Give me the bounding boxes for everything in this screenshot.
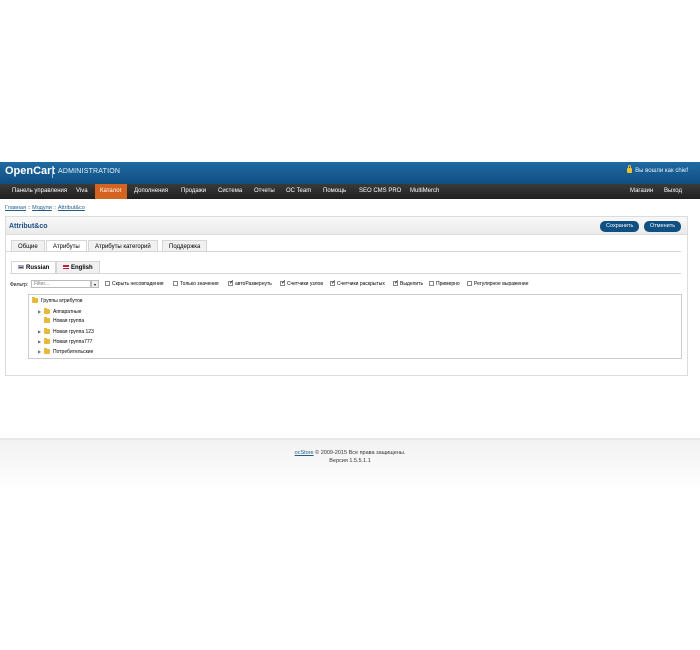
option-label: Скрыть несовпадения [112,281,164,287]
menu-item-oc-team[interactable]: OC Team [281,184,316,199]
option-hide-mismatches[interactable]: Скрыть несовпадения [105,280,163,288]
menu-item-dashboard[interactable]: Панель управления [7,184,72,199]
option-auto-expand[interactable]: автоРазвернуть [228,279,272,288]
menu-item-sales[interactable]: Продажи [176,184,211,199]
folder-icon [44,348,50,355]
main-menu: Панель управления Viva Каталог Дополнени… [0,184,700,199]
save-button[interactable]: Сохранить [600,221,640,232]
option-regex[interactable]: Регулярное выражение [467,280,529,288]
breadcrumb-separator: :: [27,205,31,211]
menu-item-logout[interactable]: Выход [659,184,687,199]
filter-label: Фильтр: [10,282,29,288]
tree-root[interactable]: Группы атрибутов [32,297,83,306]
breadcrumb-modules[interactable]: Модули [32,205,52,211]
option-label: Регулярное выражение [474,281,529,287]
menu-item-catalog[interactable]: Каталог [95,184,127,199]
tabs-divider [5,251,681,252]
checkbox-checked-icon[interactable] [330,279,336,287]
option-fuzzy[interactable]: Примерно [429,280,460,288]
footer-copyright: © 2009-2015 Все права защищены. [315,450,406,456]
tab-lang-english-label: English [71,265,93,271]
footer-background [0,440,700,490]
attribute-tree: Группы атрибутов ▶ Аппаратные Новая групп… [28,294,682,359]
option-label: автоРазвернуть [235,281,272,287]
tree-item-label: Новая группа 123 [53,329,94,335]
checkbox-icon[interactable] [467,281,472,287]
breadcrumb-separator: :: [53,205,57,211]
option-expanded-counters[interactable]: Счетчики раскрытых [330,279,385,288]
folder-icon [44,328,50,335]
option-highlight[interactable]: Выделить [393,279,424,288]
tree-item[interactable]: ▶ Аппаратные [38,307,81,316]
menu-item-system[interactable]: Система [213,184,247,199]
tree-item-label: Новая группа [53,318,85,324]
option-values-only[interactable]: Только значения [173,280,219,288]
logo-divider [52,166,53,178]
menu-item-help[interactable]: Помощь [318,184,351,199]
option-node-counters[interactable]: Счетчики узлов [280,279,323,288]
tree-item[interactable]: ▶ Потребительские [38,347,93,356]
page: OpenCart ADMINISTRATION Вы вошли как chi… [0,0,700,650]
box-heading: Attribut&co Сохранить Отменить [6,217,687,235]
tree-item-label: Новая группа777 [53,339,93,345]
option-label: Выделить [400,281,424,287]
option-label: Примерно [436,281,460,287]
menu-item-extensions[interactable]: Дополнения [129,184,173,199]
filter-input[interactable] [31,280,91,288]
checkbox-checked-icon[interactable] [393,279,399,287]
folder-icon [44,308,50,315]
footer: ocStore © 2009-2015 Все права защищены. … [0,449,700,465]
footer-brand-link[interactable]: ocStore [295,450,314,456]
breadcrumb-attributco[interactable]: Attribut&co [58,205,85,211]
menu-item-reports[interactable]: Отчеты [249,184,280,199]
checkbox-checked-icon[interactable] [228,279,234,287]
option-label: Только значения [180,281,219,287]
checkbox-icon[interactable] [105,281,110,287]
checkbox-icon[interactable] [173,281,178,287]
breadcrumb: Главная :: Модули :: Attribut&co [5,205,85,211]
tree-item[interactable]: ▶ Новая группа 123 [38,327,94,336]
cancel-button[interactable]: Отменить [644,221,682,232]
tree-item-label: Потребительские [53,349,94,355]
menu-item-store[interactable]: Магазин [625,184,658,199]
option-label: Счетчики раскрытых [337,281,385,287]
tree-item[interactable]: Новая группа [44,317,84,326]
footer-version: Версия 1.5.5.1.1 [329,458,371,464]
checkbox-checked-icon[interactable] [280,279,286,287]
page-title: Attribut&co [9,223,48,230]
login-status: Вы вошли как chief [627,165,688,175]
tab-lang-english[interactable]: English [56,261,100,273]
folder-icon [32,297,38,304]
login-text: Вы вошли как chief [635,168,688,175]
menu-item-multimerch[interactable]: MultiMerch [405,184,444,199]
tree-item[interactable]: ▶ Новая группа777 [38,337,92,346]
folder-icon [44,317,50,324]
option-label: Счетчики узлов [287,281,323,287]
menu-item-seo-cms-pro[interactable]: SEO CMS PRO [354,184,406,199]
english-flag-icon [63,265,69,270]
tree-root-label: Группы атрибутов [41,298,83,304]
tree-item-label: Аппаратные [53,309,82,315]
russian-flag-icon [18,265,24,270]
language-tabs-divider [10,273,681,274]
checkbox-icon[interactable] [429,281,434,287]
tab-lang-russian-label: Russian [26,265,50,271]
tab-lang-russian[interactable]: Russian [11,261,57,273]
top-header: OpenCart ADMINISTRATION Вы вошли как chi… [0,162,700,184]
folder-icon [44,338,50,345]
footer-copyright-line: ocStore © 2009-2015 Все права защищены. [0,449,700,457]
menu-item-viva[interactable]: Viva [71,184,93,199]
breadcrumb-home[interactable]: Главная [5,205,26,211]
admin-subtitle: ADMINISTRATION [58,168,121,175]
lock-icon [627,165,633,173]
logo[interactable]: OpenCart [5,165,55,177]
filter-dropdown-icon[interactable]: ▾ [91,280,99,288]
